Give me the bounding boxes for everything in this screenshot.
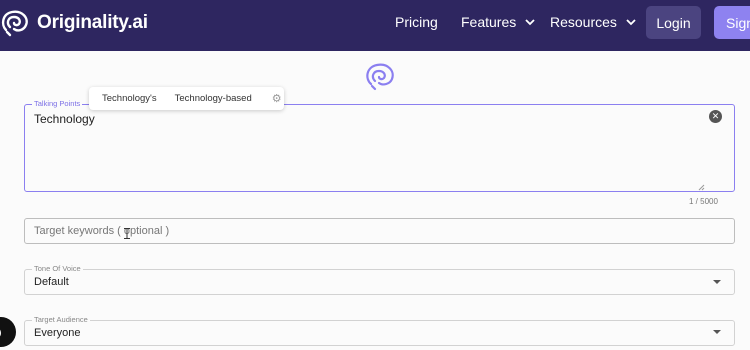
nav-resources-label: Resources [550, 14, 617, 30]
talking-points-value[interactable]: Technology [34, 112, 95, 126]
brain-icon [366, 63, 394, 91]
suggestion-popup: Technology's Technology-based ⚙ [89, 87, 284, 110]
dropdown-caret-icon [713, 280, 721, 284]
brand-name: Originality.ai [37, 12, 148, 33]
target-keywords-placeholder: Target keywords ( optional ) [34, 225, 170, 237]
top-navbar: Originality.ai Pricing Features Resource… [0, 0, 750, 51]
target-audience-label: Target Audience [32, 315, 90, 324]
suggestion-item[interactable]: Technology's [102, 93, 157, 104]
target-audience-select[interactable] [24, 320, 735, 346]
chevron-down-icon [525, 18, 535, 25]
chat-icon [0, 327, 1, 339]
nav-features-label: Features [461, 14, 517, 30]
tone-of-voice-select[interactable] [24, 269, 735, 295]
nav-pricing-link[interactable]: Pricing [395, 14, 438, 30]
brand-logo[interactable]: Originality.ai [0, 8, 148, 38]
tone-of-voice-label: Tone Of Voice [32, 264, 83, 273]
nav-pricing-label: Pricing [395, 14, 438, 30]
talking-points-textarea[interactable] [24, 104, 735, 192]
dropdown-caret-icon [713, 330, 721, 334]
brain-logo-icon [1, 10, 28, 37]
login-button[interactable]: Login [646, 6, 701, 39]
signup-button[interactable]: Sign [714, 6, 750, 39]
target-audience-value: Everyone [34, 327, 81, 339]
suggestion-item[interactable]: Technology-based [175, 93, 252, 104]
clear-icon[interactable]: ✕ [709, 110, 722, 123]
nav-resources-link[interactable]: Resources [550, 14, 636, 30]
talking-points-label: Talking Points [32, 99, 83, 108]
nav-features-link[interactable]: Features [461, 14, 535, 30]
tone-of-voice-value: Default [34, 276, 69, 288]
resize-handle-icon[interactable] [698, 184, 705, 191]
chevron-down-icon [626, 18, 636, 25]
text-cursor-icon [124, 228, 130, 239]
character-counter: 1 / 5000 [689, 197, 718, 206]
gear-icon[interactable]: ⚙ [272, 92, 282, 105]
